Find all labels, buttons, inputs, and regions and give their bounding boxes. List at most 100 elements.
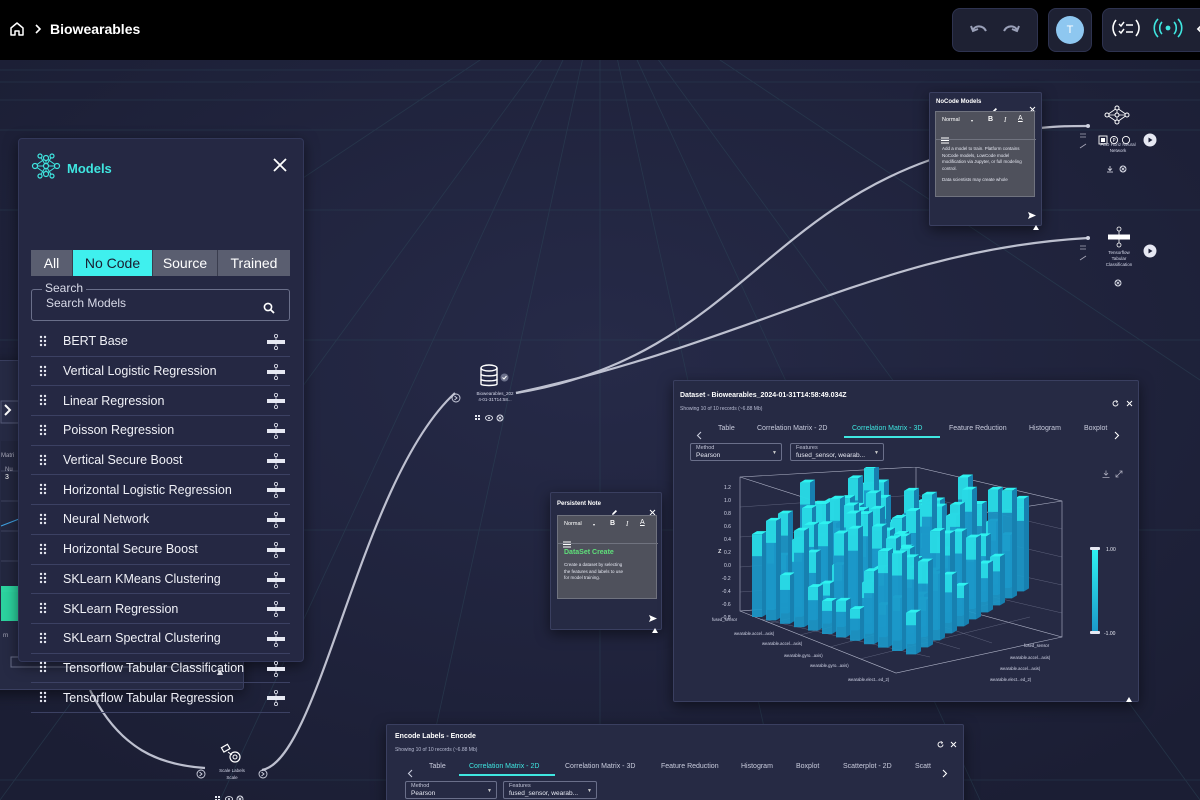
tabs-prev-icon[interactable] <box>696 425 702 444</box>
bold-icon[interactable]: B <box>988 116 993 123</box>
drag-handle-icon[interactable] <box>39 510 51 529</box>
list-item[interactable]: Poisson Regression <box>31 416 290 446</box>
checklist-icon[interactable] <box>1111 17 1141 43</box>
drag-handle-icon[interactable] <box>39 451 51 470</box>
list-item[interactable]: SKLearn Regression <box>31 594 290 624</box>
italic-icon[interactable]: I <box>1004 116 1006 124</box>
note-editor[interactable]: Normal ▾ B I A DataSet Create Create a d… <box>557 515 658 599</box>
list-item[interactable]: Neural Network <box>31 505 290 535</box>
remove-node-icon[interactable] <box>1114 272 1122 291</box>
drag-handle-icon[interactable] <box>39 658 51 677</box>
tab-boxplot[interactable]: Boxplot <box>1084 425 1112 432</box>
input-port-icon[interactable] <box>451 388 461 407</box>
format-select[interactable]: Normal <box>942 117 960 123</box>
download-icon[interactable] <box>1102 463 1110 482</box>
tabs-prev-icon[interactable] <box>407 763 413 782</box>
redo-button[interactable] <box>995 14 1027 46</box>
tab-scatterplot-3d[interactable]: Scatt <box>915 763 931 770</box>
note-editor[interactable]: Normal ▾ B I A Add a model to train. Pla… <box>935 111 1036 197</box>
play-button[interactable] <box>1143 132 1157 151</box>
drag-handle-icon[interactable] <box>39 540 51 559</box>
drag-handle-icon[interactable] <box>39 480 51 499</box>
list-item[interactable]: BERT Base <box>31 327 290 357</box>
fed-node-label-2: Network <box>1109 148 1127 153</box>
expand-chevron-icon[interactable] <box>2 402 14 422</box>
output-port-icon[interactable] <box>258 764 268 783</box>
drag-handle-icon[interactable] <box>39 421 51 440</box>
tab-feature-reduction[interactable]: Feature Reduction <box>949 425 1007 432</box>
fullscreen-icon[interactable] <box>1115 463 1123 482</box>
tab-correlation-2d[interactable]: Correlation Matrix - 2D <box>757 425 827 432</box>
scale-icon <box>218 742 244 770</box>
close-icon[interactable] <box>950 733 957 752</box>
tab-histogram[interactable]: Histogram <box>741 763 773 770</box>
list-item[interactable]: Linear Regression <box>31 386 290 417</box>
tensorflow-classification-node[interactable]: Tensorflow Tabular Classification <box>1094 224 1144 287</box>
list-item[interactable]: Tensorflow Tabular Classification <box>31 654 290 684</box>
close-icon[interactable] <box>273 157 287 176</box>
tab-correlation-3d[interactable]: Correlation Matrix - 3D <box>852 425 922 432</box>
features-select[interactable]: Features fused_sensor, wearab... ▼ <box>503 781 597 799</box>
tab-table[interactable]: Table <box>718 425 735 432</box>
scale-labels-node[interactable]: Scale Labels Scale <box>206 740 258 800</box>
list-item[interactable]: Vertical Logistic Regression <box>31 357 290 387</box>
tab-histogram[interactable]: Histogram <box>1029 425 1061 432</box>
workflow-canvas[interactable]: Matri Nu 3 rn Models All No Code Source … <box>0 60 1200 800</box>
text-color-icon[interactable]: A <box>640 519 645 526</box>
filter-no-code[interactable]: No Code <box>73 250 153 276</box>
features-select[interactable]: Features fused_sensor, wearab... ▼ <box>790 443 884 461</box>
user-menu[interactable]: T <box>1048 8 1092 52</box>
close-icon[interactable] <box>1126 392 1133 411</box>
tabs-next-icon[interactable] <box>942 763 948 782</box>
tab-feature-reduction[interactable]: Feature Reduction <box>661 763 719 770</box>
correlation-3d-chart[interactable]: 1.2 1.0 0.8 0.6 0.4 0.2 0.0 -0.2 -0.4 -0… <box>700 467 1080 695</box>
play-button[interactable] <box>1143 243 1157 262</box>
drag-handle-icon[interactable] <box>39 391 51 410</box>
tab-boxplot[interactable]: Boxplot <box>796 763 819 770</box>
drag-handle-icon[interactable] <box>39 332 51 351</box>
list-item[interactable]: SKLearn KMeans Clustering <box>31 565 290 595</box>
format-select[interactable]: Normal <box>564 521 582 527</box>
dataset-node[interactable]: Biowearables_202 4-01-31T14:58... <box>470 360 522 422</box>
list-item[interactable]: SKLearn Spectral Clustering <box>31 624 290 654</box>
refresh-icon[interactable] <box>937 733 944 752</box>
status-check-icon <box>500 367 509 386</box>
list-item[interactable]: Horizontal Logistic Regression <box>31 475 290 506</box>
method-select[interactable]: Method Pearson ▼ <box>690 443 782 461</box>
search-input[interactable] <box>46 296 246 310</box>
tab-correlation-3d[interactable]: Correlation Matrix - 3D <box>565 763 635 770</box>
tabs-next-icon[interactable] <box>1114 425 1120 444</box>
drag-handle-icon[interactable] <box>39 629 51 648</box>
avatar[interactable]: T <box>1056 16 1084 44</box>
chevron-left-icon[interactable] <box>1195 21 1200 40</box>
collapse-icon[interactable] <box>1126 687 1132 706</box>
home-icon[interactable] <box>8 20 26 38</box>
filter-all[interactable]: All <box>31 250 73 276</box>
drag-handle-icon[interactable] <box>39 599 51 618</box>
node-actions <box>214 788 246 800</box>
filter-source[interactable]: Source <box>153 250 218 276</box>
collapse-icon[interactable] <box>652 618 658 637</box>
italic-icon[interactable]: I <box>626 520 628 528</box>
drag-handle-icon[interactable] <box>39 569 51 588</box>
filter-trained[interactable]: Trained <box>218 250 290 276</box>
refresh-icon[interactable] <box>1112 392 1119 411</box>
bar-mark <box>1012 487 1017 599</box>
collapse-icon[interactable] <box>1033 215 1039 234</box>
broadcast-icon[interactable] <box>1151 16 1185 44</box>
list-item[interactable]: Tensorflow Tabular Regression <box>31 683 290 713</box>
list-item[interactable]: Horizontal Secure Boost <box>31 535 290 565</box>
tab-correlation-2d[interactable]: Correlation Matrix - 2D <box>469 763 539 770</box>
undo-button[interactable] <box>963 14 995 46</box>
input-port-icon[interactable] <box>196 764 206 783</box>
text-color-icon[interactable]: A <box>1018 115 1023 122</box>
drag-handle-icon[interactable] <box>39 688 51 707</box>
tab-table[interactable]: Table <box>429 763 446 770</box>
search-icon[interactable] <box>263 299 275 318</box>
drag-handle-icon[interactable] <box>39 362 51 381</box>
bold-icon[interactable]: B <box>610 520 615 527</box>
method-select[interactable]: Method Pearson ▼ <box>405 781 497 799</box>
fed-neural-network-node[interactable]: P FED Horiz Neural Network <box>1088 102 1148 173</box>
list-item[interactable]: Vertical Secure Boost <box>31 446 290 476</box>
tab-scatterplot-2d[interactable]: Scatterplot - 2D <box>843 763 892 770</box>
